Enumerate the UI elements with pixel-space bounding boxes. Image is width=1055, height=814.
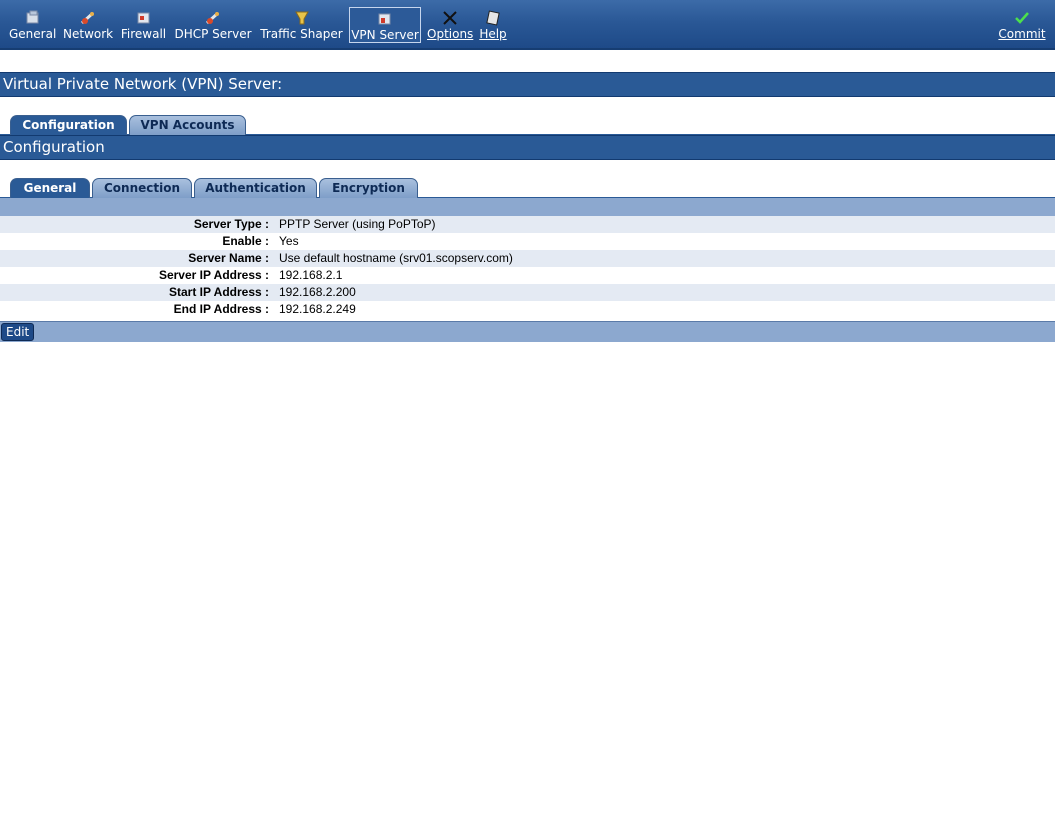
tab-connection[interactable]: Connection [92,178,192,198]
tab-configuration[interactable]: Configuration [10,115,127,135]
check-icon [1015,12,1029,24]
toolbar-dhcp-server[interactable]: DHCP Server [174,7,252,43]
detail-row: Server Type : PPTP Server (using PoPToP) [0,216,1055,233]
toolbar-label: DHCP Server [174,27,252,41]
firewall-icon [137,12,149,24]
toolbar-label: Help [479,27,507,41]
dhcp-icon [205,11,220,25]
detail-row: End IP Address : 192.168.2.249 [0,301,1055,318]
tab-general[interactable]: General [10,178,90,198]
toolbar-options[interactable]: Options [427,7,474,43]
network-icon [80,11,95,25]
toolbar-label: Firewall [120,27,167,41]
detail-row: Start IP Address : 192.168.2.200 [0,284,1055,301]
section-header: Configuration [0,135,1055,160]
detail-row: Enable : Yes [0,233,1055,250]
vpn-server-icon [378,13,391,25]
tab-authentication[interactable]: Authentication [194,178,317,198]
page-title: Virtual Private Network (VPN) Server: [3,75,283,93]
tab-vpn-accounts[interactable]: VPN Accounts [129,115,246,135]
toolbar-label: Options [427,27,474,41]
detail-label: Enable : [222,234,269,248]
actions-strip [0,321,1055,342]
edit-button[interactable]: Edit [1,323,35,341]
page-title-bar: Virtual Private Network (VPN) Server: [0,72,1055,97]
main-toolbar: General Network Firewall DHCP Server Tra… [0,0,1055,50]
detail-row: Server IP Address : 192.168.2.1 [0,267,1055,284]
detail-value: PPTP Server (using PoPToP) [279,217,436,231]
detail-label: Server IP Address : [158,268,269,282]
detail-value: Use default hostname (srv01.scopserv.com… [279,251,513,265]
toolbar-vpn-server[interactable]: VPN Server [349,7,421,43]
toolbar-label: VPN Server [351,28,419,42]
toolbar-general[interactable]: General [9,7,56,43]
options-icon [442,11,457,25]
section-title: Configuration [3,138,105,156]
general-icon [26,10,38,24]
toolbar-firewall[interactable]: Firewall [120,7,167,43]
toolbar-traffic-shaper[interactable]: Traffic Shaper [259,7,344,43]
toolbar-commit[interactable]: Commit [998,7,1046,43]
top-tabs: Configuration VPN Accounts [0,114,1055,135]
sub-tabs: General Connection Authentication Encryp… [0,177,1055,198]
detail-value: 192.168.2.1 [279,268,343,282]
detail-label: End IP Address : [173,302,269,316]
detail-label: Server Type : [193,217,269,231]
details-header-strip [0,198,1055,216]
toolbar-label: Network [63,27,114,41]
traffic-shaper-icon [294,11,309,25]
detail-value: 192.168.2.200 [279,285,356,299]
tab-encryption[interactable]: Encryption [319,178,418,198]
detail-value: Yes [279,234,299,248]
toolbar-help[interactable]: Help [479,7,507,43]
toolbar-network[interactable]: Network [63,7,113,43]
toolbar-label: Traffic Shaper [260,27,343,41]
detail-label: Server Name : [188,251,269,265]
detail-label: Start IP Address : [168,285,269,299]
detail-value: 192.168.2.249 [279,302,356,316]
toolbar-label: General [9,27,57,41]
toolbar-label: Commit [998,27,1046,41]
help-icon [486,10,500,26]
detail-row: Server Name : Use default hostname (srv0… [0,250,1055,267]
